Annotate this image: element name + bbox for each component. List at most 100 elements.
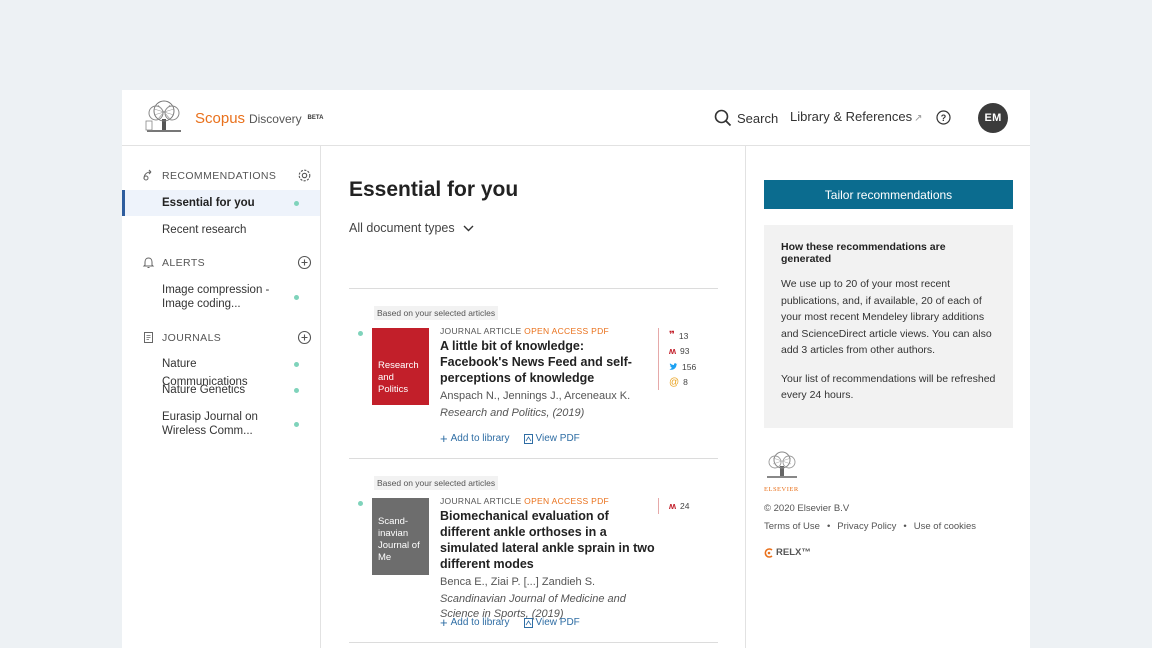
- sidebar-item-essential-for-you[interactable]: Essential for you: [122, 190, 320, 216]
- relx-mark-icon: [764, 547, 773, 558]
- document-type-dropdown[interactable]: All document types: [349, 221, 474, 235]
- article-card: JOURNAL ARTICLE OPEN ACCESS PDF A little…: [440, 326, 655, 421]
- add-to-library-button[interactable]: + Add to library: [440, 430, 510, 446]
- search-label: Search: [737, 110, 779, 126]
- sidebar-item-eurasip-journal[interactable]: Eurasip Journal on Wireless Comm...: [122, 410, 320, 438]
- sidebar-item-alert-image-compression[interactable]: Image compression - Image coding...: [122, 283, 320, 311]
- new-indicator-dot: [294, 388, 299, 393]
- sidebar-item-label: Nature Genetics: [162, 384, 246, 396]
- copyright-text: © 2020 Elsevier B.V: [764, 503, 850, 514]
- brand-discovery: Discovery: [248, 112, 302, 126]
- alerts-heading: ALERTS: [162, 257, 206, 269]
- recommendation-basis-tag: Based on your selected articles: [374, 476, 499, 490]
- pdf-badge: PDF: [591, 326, 609, 336]
- article-actions: + Add to library View PDF: [440, 430, 580, 446]
- plus-icon: +: [440, 614, 448, 630]
- plus-icon: +: [440, 430, 448, 446]
- library-references-label: Library & References: [790, 109, 913, 124]
- journal-cover[interactable]: Research and Politics: [372, 328, 429, 405]
- terms-of-use-link[interactable]: Terms of Use: [764, 521, 820, 532]
- add-journal-icon[interactable]: [297, 330, 312, 345]
- elsevier-tree-icon: [767, 451, 797, 478]
- article-metrics: ❞ 13 ʍ 93 156 @8: [658, 328, 696, 390]
- recommendations-icon: [142, 169, 156, 183]
- search-button[interactable]: Search: [714, 107, 778, 129]
- unread-indicator-dot: [358, 331, 363, 336]
- sidebar-item-nature-genetics[interactable]: Nature Genetics: [122, 381, 320, 399]
- divider: [349, 642, 718, 643]
- app-window: Scopus Discovery BETA Search Library & R…: [122, 90, 1030, 648]
- info-paragraph: Your list of recommendations will be ref…: [781, 372, 996, 402]
- elsevier-wordmark: ELSEVIER: [764, 486, 799, 493]
- library-references-link[interactable]: Library & References ↗: [790, 109, 923, 124]
- citation-quote-icon: ❞: [669, 330, 675, 342]
- tailor-recommendations-button[interactable]: Tailor recommendations: [764, 180, 1013, 209]
- new-indicator-dot: [294, 422, 299, 427]
- external-link-icon: ↗: [914, 113, 923, 124]
- recommendations-section-header: RECOMMENDATIONS: [142, 167, 312, 185]
- recommendation-basis-tag: Based on your selected articles: [374, 306, 499, 320]
- article-metrics: ʍ 24: [658, 498, 689, 514]
- sidebar-item-recent-research[interactable]: Recent research: [122, 217, 320, 243]
- article-title-link[interactable]: A little bit of knowledge: Facebook's Ne…: [440, 338, 655, 386]
- user-avatar[interactable]: EM: [978, 103, 1008, 133]
- recommendations-heading: RECOMMENDATIONS: [162, 170, 277, 182]
- sidebar-item-nature-communications[interactable]: Nature Communications: [122, 355, 320, 388]
- right-panel: Tailor recommendations How these recomme…: [746, 146, 1030, 648]
- article-authors: Anspach N., Jennings J., Arceneaux K.: [440, 390, 631, 402]
- elsevier-tree-logo[interactable]: [144, 99, 184, 135]
- journal-cover[interactable]: Scand-inavian Journal of Me: [372, 498, 429, 575]
- mendeley-metric: ʍ 93: [669, 346, 690, 357]
- new-indicator-dot: [294, 201, 299, 206]
- article-meta: JOURNAL ARTICLE OPEN ACCESS PDF: [440, 496, 655, 506]
- sidebar: RECOMMENDATIONS Essential for you Recent…: [122, 146, 321, 648]
- pdf-icon: [523, 433, 533, 444]
- beta-badge: BETA: [307, 115, 324, 121]
- journal-icon: [142, 331, 156, 345]
- chevron-down-icon: [463, 225, 474, 231]
- open-access-badge: OPEN ACCESS: [524, 326, 589, 336]
- info-title: How these recommendations are generated: [781, 241, 946, 265]
- mentions-metric: @8: [669, 376, 688, 388]
- elsevier-logo[interactable]: ELSEVIER: [764, 450, 800, 493]
- page-title: Essential for you: [349, 178, 519, 201]
- relx-logo[interactable]: RELX™: [764, 547, 811, 558]
- document-type-label: All document types: [349, 221, 455, 235]
- mendeley-metric: ʍ 24: [669, 500, 690, 511]
- sidebar-item-label: Image compression - Image coding...: [162, 284, 270, 310]
- article-type: JOURNAL ARTICLE: [440, 496, 522, 506]
- article-title-link[interactable]: Biomechanical evaluation of different an…: [440, 508, 655, 572]
- privacy-policy-link[interactable]: Privacy Policy: [837, 521, 896, 532]
- gear-icon[interactable]: [297, 168, 312, 183]
- sidebar-item-label: Recent research: [162, 224, 247, 236]
- twitter-metric: 156: [669, 359, 696, 375]
- product-brand[interactable]: Scopus Discovery BETA: [195, 109, 323, 128]
- article-meta: JOURNAL ARTICLE OPEN ACCESS PDF: [440, 326, 655, 336]
- search-icon: [714, 109, 732, 127]
- sidebar-item-label: Essential for you: [162, 197, 255, 209]
- article-journal: Research and Politics, (2019): [440, 407, 585, 419]
- article-actions: + Add to library View PDF: [440, 614, 580, 630]
- article-card: JOURNAL ARTICLE OPEN ACCESS PDF Biomecha…: [440, 496, 655, 621]
- article-authors: Benca E., Ziai P. [...] Zandieh S.: [440, 576, 596, 588]
- view-pdf-button[interactable]: View PDF: [523, 617, 580, 628]
- separator: •: [903, 521, 907, 532]
- top-header: Scopus Discovery BETA Search Library & R…: [122, 90, 1030, 146]
- relx-label: RELX™: [776, 547, 811, 558]
- unread-indicator-dot: [358, 501, 363, 506]
- help-icon[interactable]: ?: [935, 109, 952, 126]
- separator: •: [826, 521, 831, 532]
- main-content: Essential for you All document types Bas…: [321, 146, 746, 648]
- svg-text:?: ?: [941, 113, 947, 123]
- add-to-library-button[interactable]: + Add to library: [440, 614, 510, 630]
- use-of-cookies-link[interactable]: Use of cookies: [914, 521, 976, 532]
- add-alert-icon[interactable]: [297, 255, 312, 270]
- mendeley-icon: ʍ: [669, 500, 677, 511]
- view-pdf-button[interactable]: View PDF: [523, 433, 580, 444]
- pdf-icon: [523, 617, 533, 628]
- at-sign-icon: @: [669, 376, 680, 388]
- twitter-bird-icon: [669, 363, 678, 370]
- recommendations-info-box: How these recommendations are generated …: [764, 225, 1013, 428]
- bell-icon: [142, 256, 156, 270]
- alerts-section-header: ALERTS: [142, 254, 312, 272]
